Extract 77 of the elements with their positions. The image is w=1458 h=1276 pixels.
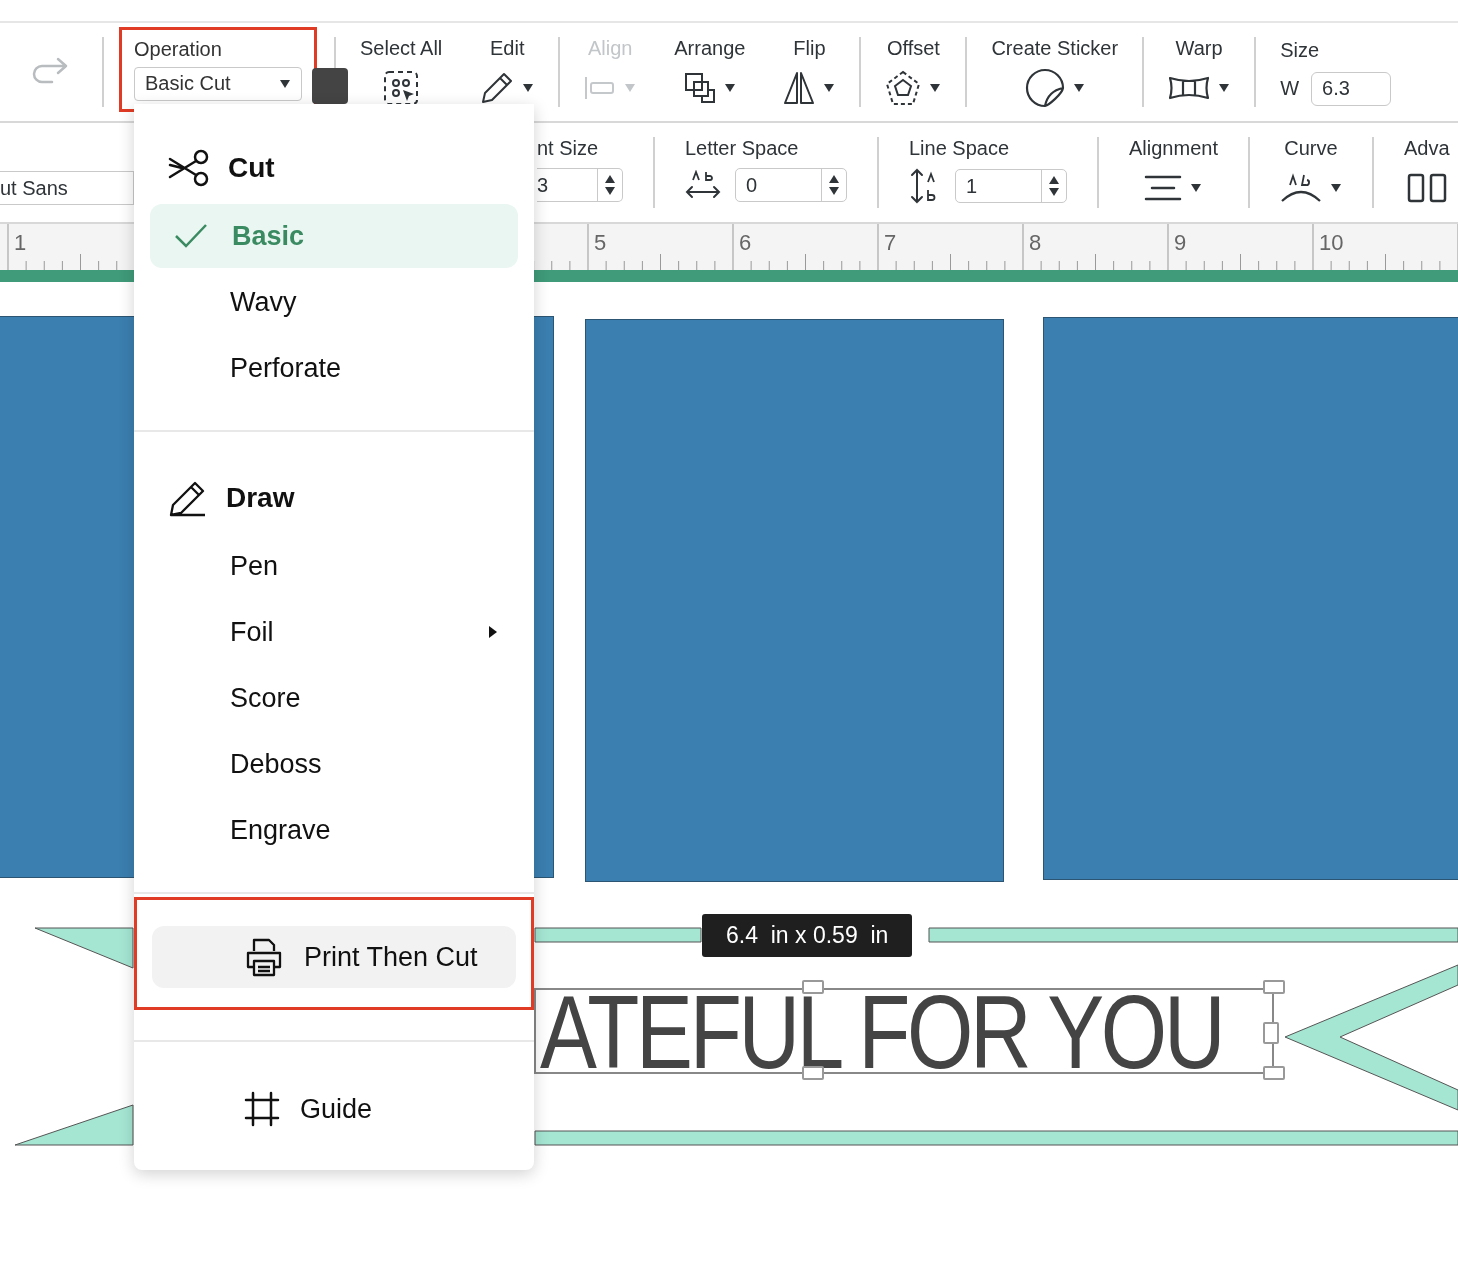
align-center-icon (1144, 174, 1183, 202)
toolbar-button[interactable]: Curve (1249, 137, 1374, 208)
caret-icon (624, 82, 637, 93)
color-swatch[interactable] (312, 67, 348, 104)
menu-item[interactable]: Foil (150, 600, 518, 664)
toolbar-button[interactable]: Arrange (674, 36, 746, 108)
ruler-number: 6 (739, 230, 752, 256)
pencil-icon (480, 70, 515, 105)
caret-icon (823, 82, 836, 93)
caret-icon (279, 78, 291, 89)
caret-icon (723, 82, 736, 93)
resize-handle[interactable] (1263, 980, 1285, 994)
caret-icon (522, 82, 535, 93)
printer-icon (244, 937, 284, 977)
letter-spacing-icon (685, 170, 721, 200)
stepper-arrows-icon (1048, 174, 1060, 198)
caret-icon (1190, 183, 1203, 193)
ruler-number: 5 (594, 230, 607, 256)
number-spinner[interactable]: 1 (955, 169, 1067, 203)
ruler-number: 1 (14, 230, 27, 256)
field-label: nt Size (537, 137, 599, 160)
menu-item[interactable]: Perforate (150, 336, 518, 400)
ruler-number: 10 (1319, 230, 1344, 256)
toolbar-button[interactable]: Flip (783, 36, 836, 108)
curve-text-icon (1279, 173, 1322, 203)
menu-item[interactable]: Print Then Cut (152, 926, 516, 988)
ruler-number: 8 (1029, 230, 1042, 256)
menu-item[interactable]: Score (150, 666, 518, 730)
caret-icon (1218, 82, 1231, 93)
stepper-arrows-icon (604, 173, 616, 197)
flip-icon (783, 70, 816, 105)
width-field[interactable]: 6.3 (1311, 71, 1392, 106)
menu-item[interactable]: Basic (150, 204, 518, 268)
toolbar-button[interactable]: Create Sticker (991, 36, 1119, 108)
toolbar-button[interactable]: Warp (1168, 36, 1231, 108)
menu-item[interactable]: Wavy (150, 270, 518, 334)
arrange-icon (683, 71, 716, 104)
width-label: W (1280, 77, 1300, 100)
dimension-tooltip: 6.4 in x 0.59 in (702, 914, 913, 957)
scissors-icon (168, 149, 210, 187)
advanced-icon (1406, 173, 1447, 203)
resize-handle[interactable] (1263, 1022, 1279, 1044)
toolbar-button[interactable]: Offset (885, 36, 942, 108)
ruler-number: 9 (1174, 230, 1187, 256)
submenu-arrow-icon (488, 625, 498, 639)
section-heading: Cut (228, 152, 275, 184)
toolbar-button[interactable]: Adva (1373, 137, 1458, 208)
align-icon (584, 74, 617, 101)
menu-item[interactable]: Pen (150, 534, 518, 598)
toolbar-button[interactable]: Select All (360, 36, 443, 108)
select-all-icon (383, 69, 420, 106)
menu-item[interactable]: Deboss (150, 732, 518, 796)
guide-icon (244, 1091, 280, 1127)
operation-label: Operation (134, 37, 223, 61)
resize-handle[interactable] (802, 980, 824, 994)
resize-handle[interactable] (1263, 1066, 1285, 1080)
menu-item[interactable]: Guide (152, 1078, 516, 1140)
number-spinner[interactable]: 3 (537, 168, 623, 202)
ruler-number: 7 (884, 230, 897, 256)
caret-icon (1072, 82, 1085, 93)
menu-item[interactable]: Engrave (150, 798, 518, 862)
sticker-icon (1024, 67, 1065, 108)
check-icon (174, 223, 208, 249)
toolbar-button[interactable]: Edit (480, 36, 535, 108)
operation-dropdown[interactable]: Basic Cut (134, 66, 302, 101)
offset-icon (885, 69, 922, 106)
field-label: Line Space (909, 137, 1010, 160)
caret-icon (1329, 183, 1342, 193)
stepper-arrows-icon (828, 173, 840, 197)
field-label: Letter Space (685, 137, 799, 160)
banner-text: ATEFUL FOR YOU (540, 994, 1223, 1070)
toolbar-button[interactable]: Alignment (1099, 137, 1250, 208)
caret-icon (929, 82, 942, 93)
warp-icon (1168, 74, 1211, 101)
number-spinner[interactable]: 0 (735, 168, 847, 202)
size-label: Size (1280, 38, 1321, 62)
section-heading: Draw (226, 482, 295, 514)
